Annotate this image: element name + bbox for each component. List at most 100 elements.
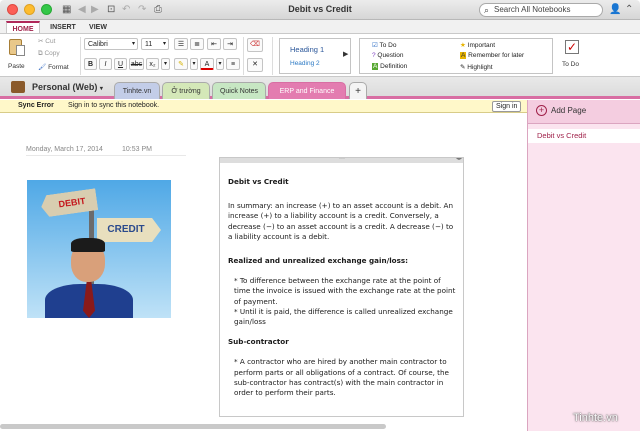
share-user-icon[interactable]: 👤 bbox=[609, 3, 621, 17]
highlighter-icon: ✎ bbox=[178, 61, 184, 68]
styles-gallery[interactable]: Heading 1 Heading 2 bbox=[279, 38, 351, 74]
sync-message: Sign in to sync this notebook. bbox=[68, 102, 160, 109]
tags-gallery[interactable]: ☑ To Do ? Question A Definition ★ Import… bbox=[359, 38, 553, 74]
section-tab-otruong[interactable]: Ở trường bbox=[162, 82, 210, 99]
tag-important[interactable]: ★ Important bbox=[460, 41, 495, 49]
style-heading-1[interactable]: Heading 1 bbox=[290, 45, 324, 54]
subscript-button[interactable]: x₂ bbox=[146, 58, 159, 70]
numbering-button[interactable]: ≣ bbox=[190, 38, 204, 50]
onenote-window: ▦ ◀ ▶ ⊡ ↶ ↷ ⎙ Debit vs Credit ⌕ Search A… bbox=[0, 0, 640, 431]
font-family-select[interactable]: Calibri ▾ bbox=[84, 38, 138, 50]
brush-icon: 🖌 bbox=[38, 64, 49, 71]
chevron-down-icon[interactable]: ▾ bbox=[161, 58, 170, 70]
notebook-icon bbox=[11, 81, 25, 93]
section-tab-tinhte[interactable]: Tinhte.vn bbox=[114, 82, 160, 99]
sync-error-label: Sync Error bbox=[18, 102, 54, 109]
horizontal-scrollbar[interactable] bbox=[0, 424, 386, 429]
align-button[interactable]: ≡ bbox=[226, 58, 240, 70]
expand-ribbon-icon[interactable]: ⌃ bbox=[625, 3, 633, 17]
chevron-down-icon: ▾ bbox=[99, 86, 103, 92]
copy-label: Copy bbox=[44, 50, 60, 57]
bullet-list-icon: ☰ bbox=[177, 41, 185, 48]
chevron-down-icon[interactable]: ▾ bbox=[216, 58, 224, 70]
tag-todo[interactable]: ☑ To Do bbox=[372, 41, 397, 49]
note-heading-exchange: Realized and unrealized exchange gain/lo… bbox=[228, 256, 409, 266]
note-time: 10:53 PM bbox=[122, 146, 152, 153]
tag-question[interactable]: ? Question bbox=[372, 52, 403, 59]
note-container-handle[interactable]: ⋯ ◂▸ bbox=[220, 157, 463, 163]
bullets-button[interactable]: ☰ bbox=[174, 38, 188, 50]
credit-sign: CREDIT bbox=[97, 218, 161, 242]
copy-button[interactable]: ⧉ Copy bbox=[38, 50, 60, 58]
numbered-list-icon: ≣ bbox=[194, 41, 200, 48]
font-color-icon: A bbox=[204, 61, 210, 68]
tag-highlight[interactable]: ✎ Highlight bbox=[460, 63, 493, 71]
note-summary: In summary: an increase (+) to an asset … bbox=[228, 201, 454, 241]
bold-button[interactable]: B bbox=[84, 58, 97, 70]
delete-button[interactable]: ✕ bbox=[247, 58, 263, 72]
definition-icon: A bbox=[372, 63, 379, 70]
chevron-down-icon[interactable]: ▾ bbox=[190, 58, 198, 70]
format-painter-button[interactable]: 🖌 Format bbox=[38, 63, 69, 71]
font-color-button[interactable]: A bbox=[200, 58, 214, 70]
notebook-selector[interactable]: Personal (Web) ▾ bbox=[32, 82, 103, 92]
format-label: Format bbox=[48, 64, 69, 71]
strikethrough-button[interactable]: abc bbox=[129, 58, 144, 70]
note-container[interactable]: ⋯ ◂▸ Debit vs Credit In summary: an incr… bbox=[219, 157, 464, 417]
eraser-icon: ⌫ bbox=[250, 41, 260, 48]
tag-remember-label: Remember for later bbox=[468, 52, 525, 59]
outdent-button[interactable]: ⇤ bbox=[207, 38, 221, 50]
tag-definition-label: Definition bbox=[380, 63, 408, 70]
close-icon: ✕ bbox=[252, 61, 258, 68]
cut-label: Cut bbox=[45, 38, 56, 45]
chevron-down-icon: ▾ bbox=[162, 41, 166, 47]
tag-remember[interactable]: A Remember for later bbox=[460, 52, 524, 59]
font-family-value: Calibri bbox=[88, 41, 108, 48]
tag-definition[interactable]: A Definition bbox=[372, 63, 407, 70]
notebook-name: Personal (Web) bbox=[32, 82, 98, 92]
paste-button[interactable]: Paste bbox=[4, 36, 30, 74]
add-page-label: Add Page bbox=[551, 106, 587, 115]
search-input[interactable]: ⌕ Search All Notebooks bbox=[479, 3, 603, 17]
add-page-button[interactable]: + Add Page bbox=[528, 100, 640, 124]
note-image[interactable]: DEBIT CREDIT bbox=[27, 180, 171, 318]
note-bullet-3: * A contractor who are hired by another … bbox=[234, 357, 449, 398]
page-item-debit-credit[interactable]: Debit vs Credit bbox=[528, 129, 640, 143]
tag-todo-label: To Do bbox=[379, 42, 397, 49]
chevron-right-icon[interactable]: ▶ bbox=[343, 50, 348, 58]
chevron-down-icon: ▾ bbox=[131, 41, 135, 47]
indent-button[interactable]: ⇥ bbox=[223, 38, 237, 50]
drag-handle-icon: ⋯ bbox=[339, 157, 345, 162]
note-bullet-1: * To difference between the exchange rat… bbox=[234, 276, 456, 306]
sign-in-button[interactable]: Sign in bbox=[492, 101, 522, 112]
checkbox-icon: ☑ bbox=[372, 42, 380, 49]
italic-button[interactable]: I bbox=[99, 58, 112, 70]
section-tab-quick-notes[interactable]: Quick Notes bbox=[212, 82, 266, 99]
divider bbox=[272, 37, 273, 75]
search-icon: ⌕ bbox=[484, 5, 490, 15]
cut-button[interactable]: ✂ Cut bbox=[38, 37, 55, 45]
font-size-value: 11 bbox=[145, 41, 153, 48]
note-text[interactable]: Debit vs Credit In summary: an increase … bbox=[228, 177, 458, 408]
add-circle-icon: + bbox=[536, 105, 547, 116]
search-placeholder: Search All Notebooks bbox=[494, 5, 571, 14]
add-section-button[interactable]: + bbox=[349, 82, 367, 99]
style-heading-2[interactable]: Heading 2 bbox=[290, 60, 320, 67]
font-size-select[interactable]: 11 ▾ bbox=[141, 38, 169, 50]
tag-important-label: Important bbox=[467, 42, 496, 49]
note-heading-subcontractor: Sub-contractor bbox=[228, 337, 289, 347]
sync-error-bar: Sync Error Sign in to sync this notebook… bbox=[0, 100, 527, 113]
clear-formatting-button[interactable]: ⌫ bbox=[247, 38, 263, 52]
watermark: Tinhte.vn bbox=[573, 412, 618, 424]
underline-button[interactable]: U bbox=[114, 58, 127, 70]
note-title: Debit vs Credit bbox=[228, 177, 289, 186]
note-date: Monday, March 17, 2014 bbox=[26, 146, 103, 153]
page-date: Monday, March 17, 2014 10:53 PM bbox=[26, 146, 186, 156]
section-tab-erp-finance[interactable]: ERP and Finance bbox=[268, 82, 346, 99]
man-hair bbox=[71, 238, 105, 252]
todo-tag-button[interactable]: ✓ To Do bbox=[560, 38, 588, 74]
tag-highlight-label: Highlight bbox=[467, 64, 493, 71]
align-icon: ≡ bbox=[230, 61, 236, 68]
highlight-button[interactable]: ✎ bbox=[174, 58, 188, 70]
resize-icon: ◂▸ bbox=[455, 157, 462, 162]
